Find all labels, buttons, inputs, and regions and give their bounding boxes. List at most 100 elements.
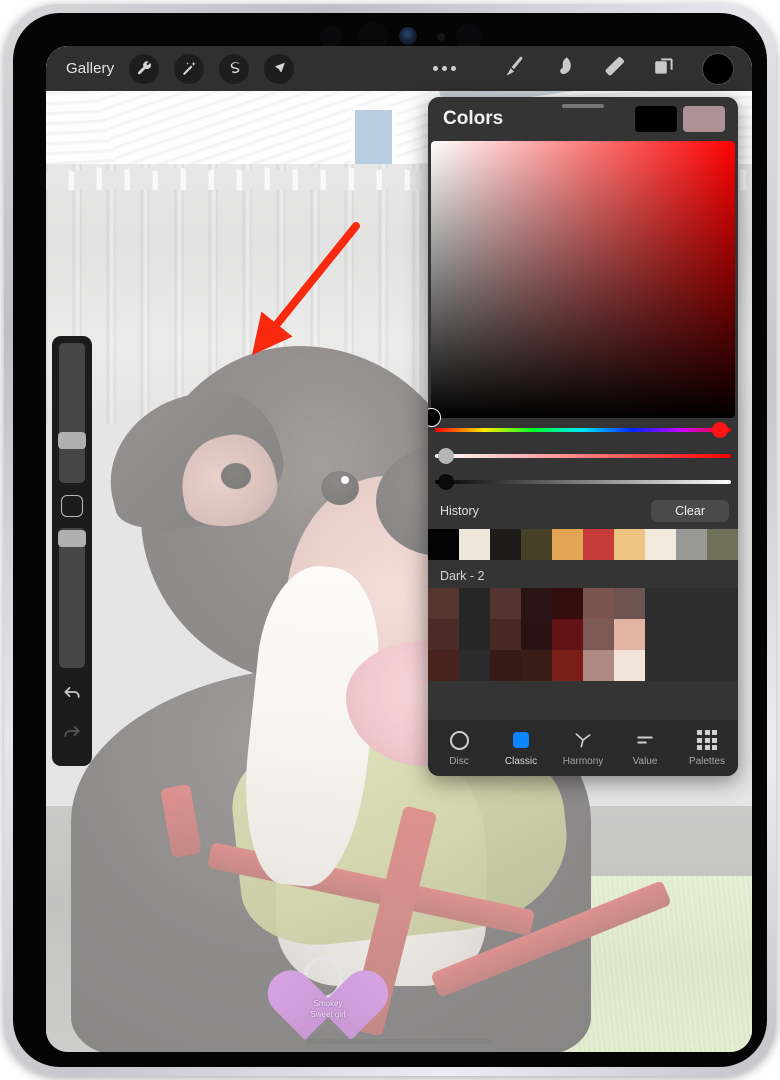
clear-history-button[interactable]: Clear (651, 500, 729, 522)
palette-swatch[interactable] (552, 650, 583, 681)
actions-wrench-icon[interactable] (129, 53, 160, 84)
dog-tag-text: Smokey Sweet girl (292, 998, 364, 1020)
palette-swatch[interactable] (428, 619, 459, 650)
brightness-slider-track[interactable] (435, 480, 731, 484)
history-swatch[interactable] (490, 529, 521, 560)
brightness-slider-row[interactable] (435, 470, 731, 496)
history-swatch[interactable] (583, 529, 614, 560)
palette-swatch[interactable] (707, 588, 738, 619)
palette-swatch[interactable] (707, 619, 738, 650)
more-dot (442, 66, 447, 71)
tab-palettes[interactable]: Palettes (676, 720, 738, 776)
transform-arrow-icon[interactable] (264, 53, 295, 84)
more-options-icon[interactable] (433, 66, 456, 71)
color-gradient-square[interactable] (428, 141, 735, 427)
palette-swatch[interactable] (459, 650, 490, 681)
classic-square-icon (513, 729, 529, 751)
layers-icon[interactable] (652, 54, 676, 83)
history-swatch[interactable] (521, 529, 552, 560)
history-swatch[interactable] (459, 529, 490, 560)
more-dot (433, 66, 438, 71)
palette-swatch[interactable] (614, 650, 645, 681)
value-lines-icon (635, 729, 655, 751)
brush-size-slider[interactable] (58, 343, 86, 483)
palette-swatch-grid[interactable] (428, 588, 738, 681)
selection-s-icon[interactable] (219, 53, 250, 84)
top-toolbar: Gallery (46, 46, 752, 91)
hue-slider-thumb[interactable] (712, 422, 729, 438)
history-swatch[interactable] (428, 529, 459, 560)
palette-swatch[interactable] (490, 650, 521, 681)
secondary-color-swatch[interactable] (683, 106, 725, 132)
brush-sidebar (52, 336, 92, 766)
more-dot (451, 66, 456, 71)
palette-swatch[interactable] (428, 588, 459, 619)
primary-color-swatch[interactable] (635, 106, 677, 132)
saturation-slider-row[interactable] (435, 444, 731, 470)
device-bezel: Smokey Sweet girl Gallery Colors History… (13, 13, 767, 1067)
annotation-arrow-icon (251, 222, 360, 356)
history-swatch[interactable] (645, 529, 676, 560)
tab-label: Harmony (562, 756, 604, 767)
palette-swatch[interactable] (645, 588, 676, 619)
history-swatch-strip[interactable] (428, 529, 738, 560)
bezel-sensor-small (437, 33, 445, 41)
adjustments-wand-icon[interactable] (174, 53, 205, 84)
dog-eye-left (221, 463, 251, 489)
palette-swatch[interactable] (614, 619, 645, 650)
tab-harmony[interactable]: Harmony (552, 720, 614, 776)
bezel-sensor-dot (320, 26, 342, 48)
smudge-icon[interactable] (552, 54, 576, 83)
history-swatch[interactable] (552, 529, 583, 560)
palette-swatch[interactable] (490, 588, 521, 619)
tab-label: Palettes (688, 756, 726, 767)
palette-swatch[interactable] (459, 619, 490, 650)
brightness-slider-thumb[interactable] (437, 474, 454, 490)
paint-brush-icon[interactable] (502, 54, 526, 83)
palette-swatch[interactable] (521, 588, 552, 619)
undo-button[interactable] (62, 682, 82, 707)
gallery-button[interactable]: Gallery (66, 60, 114, 77)
eraser-icon[interactable] (602, 54, 626, 83)
palette-swatch[interactable] (521, 650, 552, 681)
history-swatch[interactable] (676, 529, 707, 560)
history-swatch[interactable] (614, 529, 645, 560)
palette-swatch[interactable] (583, 588, 614, 619)
palette-swatch[interactable] (707, 650, 738, 681)
palette-swatch[interactable] (676, 588, 707, 619)
tab-value[interactable]: Value (614, 720, 676, 776)
palette-swatch[interactable] (428, 650, 459, 681)
brush-opacity-thumb[interactable] (58, 530, 86, 548)
hue-slider-row[interactable] (435, 418, 731, 444)
palette-swatch[interactable] (645, 619, 676, 650)
tab-classic[interactable]: Classic (490, 720, 552, 776)
brush-opacity-slider[interactable] (58, 528, 86, 668)
hue-slider-track[interactable] (435, 428, 731, 432)
disc-circle-icon (449, 729, 469, 751)
palette-swatch[interactable] (490, 619, 521, 650)
active-color-swatch-button[interactable] (702, 52, 734, 85)
modify-button[interactable] (61, 495, 83, 517)
colors-panel: Colors History Clear Dark - 2 Disc Class… (428, 97, 738, 776)
redo-button[interactable] (62, 721, 82, 746)
tab-disc[interactable]: Disc (428, 720, 490, 776)
header-color-swatches (635, 106, 725, 132)
palette-swatch[interactable] (552, 619, 583, 650)
palette-swatch[interactable] (614, 588, 645, 619)
palette-swatch[interactable] (459, 588, 490, 619)
palette-swatch[interactable] (676, 619, 707, 650)
saturation-slider-thumb[interactable] (437, 448, 454, 464)
palette-swatch[interactable] (645, 650, 676, 681)
saturation-slider-track[interactable] (435, 454, 731, 458)
palette-swatch[interactable] (521, 619, 552, 650)
palette-swatch[interactable] (552, 588, 583, 619)
colors-panel-title: Colors (443, 108, 504, 129)
palette-swatch[interactable] (676, 650, 707, 681)
tab-label: Value (632, 756, 658, 767)
brush-size-thumb[interactable] (58, 431, 86, 449)
tablet-screen: Smokey Sweet girl Gallery Colors History… (46, 46, 752, 1052)
panel-drag-handle[interactable] (562, 104, 604, 108)
palette-swatch[interactable] (583, 619, 614, 650)
history-swatch[interactable] (707, 529, 738, 560)
palette-swatch[interactable] (583, 650, 614, 681)
